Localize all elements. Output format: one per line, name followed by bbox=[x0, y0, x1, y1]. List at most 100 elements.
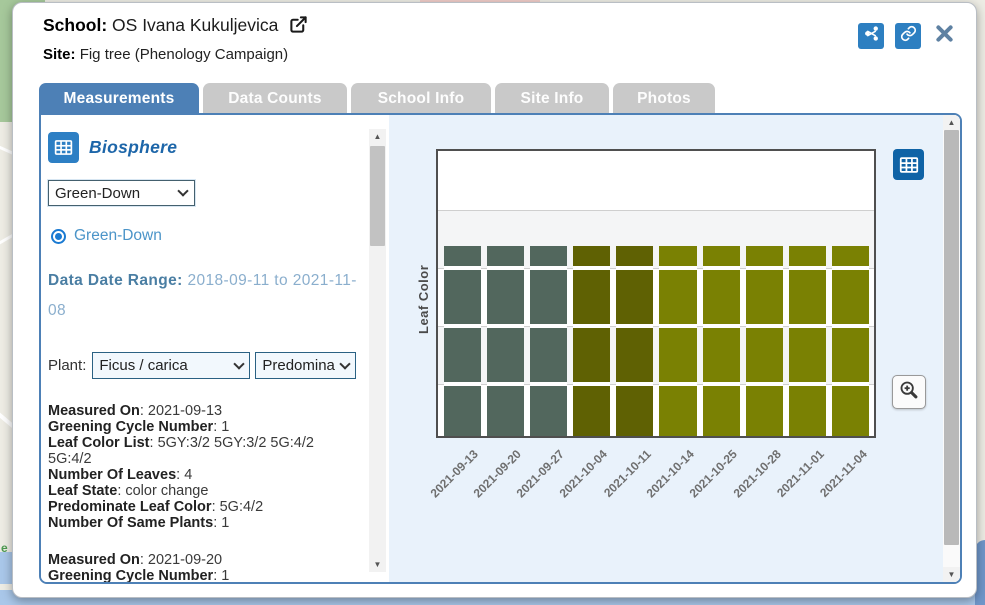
leaf-color-segment bbox=[573, 270, 611, 324]
scroll-up-arrow[interactable]: ▲ bbox=[943, 115, 960, 130]
leaf-color-segment bbox=[659, 386, 697, 436]
leaf-color-segment bbox=[444, 328, 482, 382]
leaf-color-segment bbox=[745, 270, 783, 324]
link-icon bbox=[900, 25, 917, 47]
radio-dot bbox=[55, 232, 62, 240]
protocol-select[interactable]: Green-Down bbox=[48, 180, 195, 206]
tab-data-counts[interactable]: Data Counts bbox=[203, 83, 347, 114]
tab-site-info[interactable]: Site Info bbox=[495, 83, 609, 114]
bar-2021-10-28 bbox=[745, 246, 783, 436]
measurement-list: Measured On: 2021-09-13 Greening Cycle Nu… bbox=[48, 403, 389, 582]
leaf-color-segment bbox=[788, 246, 826, 266]
chevron-down-icon bbox=[233, 357, 246, 370]
link-button[interactable] bbox=[895, 23, 921, 49]
measurement-field: Leaf State: color change bbox=[48, 483, 209, 499]
plant-row: Plant: Ficus / carica Predomina bbox=[48, 352, 389, 379]
plant-attribute-select[interactable]: Predomina bbox=[255, 352, 357, 379]
leaf-color-segment bbox=[616, 270, 654, 324]
chart-scrollbar: ▲ ▼ bbox=[943, 115, 960, 582]
leaf-color-segment bbox=[616, 386, 654, 436]
measurement-block: Measured On: 2021-09-13 Greening Cycle Nu… bbox=[48, 403, 356, 531]
protocol-select-value: Green-Down bbox=[55, 184, 141, 202]
leaf-color-segment bbox=[702, 270, 740, 324]
chart-panel: Leaf Color 2021-09-13 2021-09-20 2021-09-2… bbox=[389, 115, 943, 582]
plant-attribute-value: Predomina bbox=[262, 357, 335, 374]
bar-2021-10-25 bbox=[702, 246, 740, 436]
y-axis-label: Leaf Color bbox=[416, 264, 431, 334]
tab-measurements[interactable]: Measurements bbox=[39, 83, 199, 114]
leaf-color-segment bbox=[530, 270, 568, 324]
leaf-color-segment bbox=[702, 328, 740, 382]
tab-school-info[interactable]: School Info bbox=[351, 83, 491, 114]
bar-2021-10-11 bbox=[616, 246, 654, 436]
bar-2021-11-04 bbox=[831, 246, 869, 436]
leaf-color-segment bbox=[659, 246, 697, 266]
tab-photos[interactable]: Photos bbox=[613, 83, 715, 114]
zoom-in-button[interactable] bbox=[892, 375, 926, 409]
leaf-color-segment bbox=[616, 246, 654, 266]
share-button[interactable] bbox=[858, 23, 884, 49]
scroll-up-arrow[interactable]: ▲ bbox=[369, 129, 386, 144]
scroll-down-arrow[interactable]: ▼ bbox=[943, 567, 960, 582]
close-button[interactable] bbox=[932, 24, 956, 48]
bar-2021-09-13 bbox=[444, 246, 482, 436]
chevron-down-icon bbox=[177, 185, 189, 197]
green-down-radio[interactable] bbox=[51, 228, 66, 244]
leaf-color-segment bbox=[573, 246, 611, 266]
leaf-color-segment bbox=[444, 246, 482, 266]
leaf-color-segment bbox=[702, 246, 740, 266]
site-title: Site: Fig tree (Phenology Campaign) bbox=[43, 46, 308, 63]
measurement-field: Number Of Same Plants: 1 bbox=[48, 515, 230, 531]
measurement-field: Leaf Color List: 5GY:3/2 5GY:3/2 5G:4/2 … bbox=[48, 435, 314, 467]
scroll-thumb[interactable] bbox=[370, 146, 385, 246]
leaf-color-segment bbox=[487, 328, 525, 382]
measurement-field: Greening Cycle Number: 1 bbox=[48, 568, 230, 582]
bar-2021-09-27 bbox=[530, 246, 568, 436]
zoom-in-icon bbox=[898, 379, 920, 406]
protocol-radio-row: Green-Down bbox=[51, 227, 389, 245]
leaf-color-segment bbox=[788, 386, 826, 436]
scroll-down-arrow[interactable]: ▼ bbox=[369, 557, 386, 572]
leaf-color-segment bbox=[659, 270, 697, 324]
leaf-color-segment bbox=[530, 386, 568, 436]
measurement-field: Measured On: 2021-09-13 bbox=[48, 403, 223, 419]
site-value: Fig tree (Phenology Campaign) bbox=[79, 46, 289, 63]
gridline bbox=[438, 210, 874, 211]
table-icon[interactable] bbox=[48, 132, 79, 163]
leaf-color-segment bbox=[831, 386, 869, 436]
leaf-color-segment bbox=[788, 270, 826, 324]
date-range-label: Data Date Range: bbox=[48, 272, 183, 289]
leaf-color-segment bbox=[702, 386, 740, 436]
data-date-range: Data Date Range: 2018-09-11 to 2021-11-0… bbox=[48, 266, 366, 326]
biosphere-header: Biosphere bbox=[48, 132, 389, 163]
leaf-color-segment bbox=[831, 328, 869, 382]
school-name: OS Ivana Kukuljevica bbox=[112, 15, 279, 35]
plant-label: Plant: bbox=[48, 357, 87, 374]
chart-table-icon[interactable] bbox=[893, 149, 924, 180]
close-icon bbox=[934, 23, 955, 49]
scroll-track[interactable] bbox=[943, 130, 960, 567]
plant-species-select[interactable]: Ficus / carica bbox=[92, 352, 251, 379]
chart-scroll-area: ▲ ▼ bbox=[943, 115, 960, 582]
radio-label: Green-Down bbox=[74, 227, 162, 244]
bar-2021-09-20 bbox=[487, 246, 525, 436]
bar-2021-10-04 bbox=[573, 246, 611, 436]
measurement-field: Predominate Leaf Color: 5G:4/2 bbox=[48, 499, 264, 515]
modal-header: School: OS Ivana Kukuljevica Site: Fig t… bbox=[43, 15, 308, 63]
leaf-color-segment bbox=[530, 246, 568, 266]
scroll-track[interactable] bbox=[369, 144, 386, 557]
map-background: e School: OS Ivana Kukuljevica Site: Fig… bbox=[0, 0, 985, 605]
sphere-title: Biosphere bbox=[89, 137, 178, 157]
external-link-icon[interactable] bbox=[289, 15, 308, 39]
leaf-color-segment bbox=[831, 246, 869, 266]
bar-2021-11-01 bbox=[788, 246, 826, 436]
measurement-block: Measured On: 2021-09-20 Greening Cycle Nu… bbox=[48, 552, 356, 582]
sidebar-scrollbar: ▲ ▼ bbox=[369, 129, 386, 572]
measurement-field: Number Of Leaves: 4 bbox=[48, 467, 193, 483]
measurements-panel: Biosphere Green-Down Green-Down Data Dat… bbox=[39, 113, 962, 584]
scroll-thumb[interactable] bbox=[944, 130, 959, 545]
leaf-color-segment bbox=[573, 328, 611, 382]
header-actions bbox=[858, 23, 956, 49]
chevron-down-icon bbox=[339, 357, 352, 370]
share-icon bbox=[863, 25, 880, 47]
